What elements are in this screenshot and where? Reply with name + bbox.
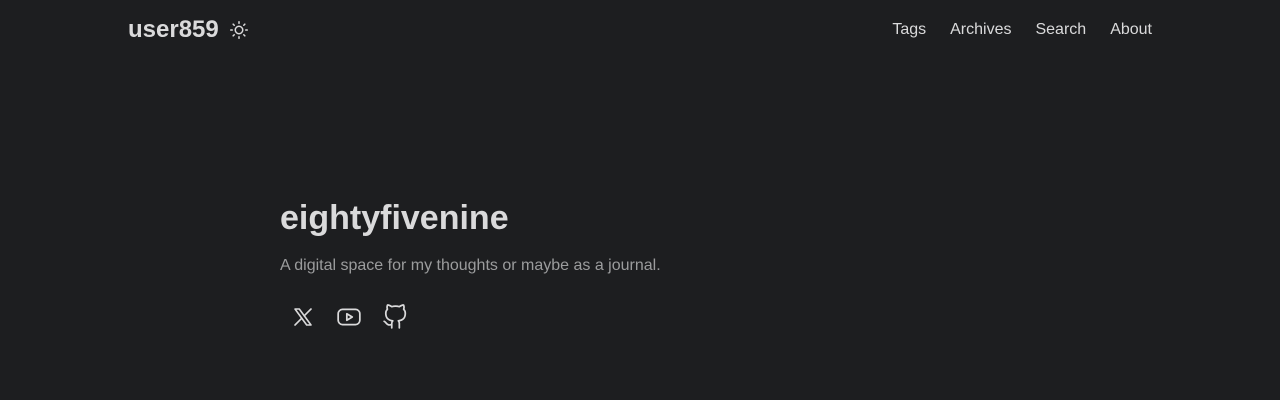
site-header: user859 Tags Archives Search About [128,0,1152,60]
main-nav: Tags Archives Search About [868,21,1152,39]
home-info: eightyfivenine A digital space for my th… [280,196,1000,332]
x-twitter-icon [294,308,312,326]
youtube-link[interactable] [334,302,364,332]
nav-link-about[interactable]: About [1110,21,1152,39]
nav-link-tags[interactable]: Tags [892,21,926,39]
hero-subtitle: A digital space for my thoughts or maybe… [280,257,661,274]
nav-link-archives[interactable]: Archives [950,21,1011,39]
social-icons [280,302,1000,332]
github-icon [383,304,407,329]
nav-link-search[interactable]: Search [1035,21,1086,39]
x-twitter-link[interactable] [288,302,318,332]
brand: user859 [128,16,249,44]
page: user859 Tags Archives Search About eight… [0,0,1280,400]
site-logo-link[interactable]: user859 [128,16,219,44]
sun-icon [229,21,248,39]
theme-toggle-button[interactable] [229,20,249,40]
youtube-icon [337,308,361,326]
github-link[interactable] [380,302,410,332]
hero-title: eightyfivenine [280,199,509,237]
